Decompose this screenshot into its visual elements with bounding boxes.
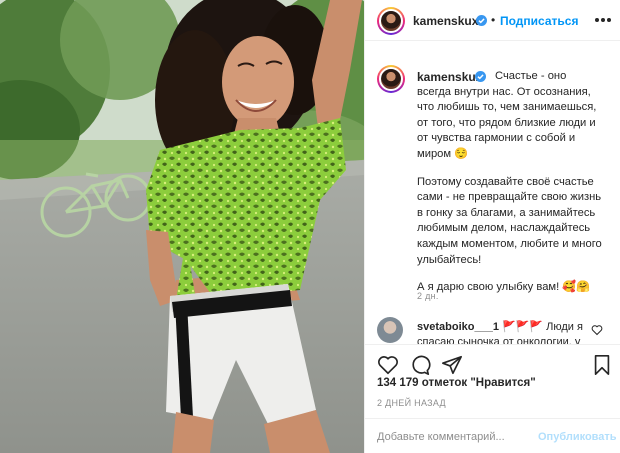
commenter-username[interactable]: svetaboiko___1	[417, 321, 499, 333]
caption-author-avatar[interactable]	[377, 65, 405, 93]
caption-text-2: Поэтому создавайте своё счастье сами - н…	[417, 175, 602, 266]
caption-text-3: А я дарю свою улыбку вам! 🥰🤗	[417, 281, 591, 294]
likes-count[interactable]: 134 179 отметок "Нравится"	[377, 377, 536, 389]
share-icon[interactable]	[441, 354, 463, 376]
bookmark-icon[interactable]	[591, 354, 613, 376]
add-comment-input[interactable]	[377, 428, 527, 446]
author-avatar[interactable]	[377, 7, 405, 35]
caption-verified-icon	[475, 71, 486, 82]
post-image	[0, 0, 364, 453]
separator-dot: •	[491, 13, 496, 27]
follow-button[interactable]: Подписаться	[500, 14, 578, 28]
more-icon[interactable]	[595, 14, 611, 26]
post-caption: Счастье - оно всегда внутри нас. От осоз…	[417, 69, 603, 308]
post-photo[interactable]	[0, 0, 364, 453]
post-header: kamenskux • Подписаться	[365, 0, 620, 41]
comments-section[interactable]: Счастье - оно всегда внутри нас. От осоз…	[365, 41, 620, 344]
verified-icon	[476, 15, 487, 26]
publish-button[interactable]: Опубликовать	[538, 431, 617, 443]
post-side-panel: kamenskux • Подписаться Счастье - оно вс…	[364, 0, 620, 453]
comment-like-heart-icon[interactable]	[591, 324, 603, 336]
commenter-avatar[interactable]	[377, 317, 403, 343]
heart-icon[interactable]	[377, 354, 399, 376]
post-timestamp[interactable]: 2 ДНЕЙ НАЗАД	[377, 398, 446, 408]
caption-timestamp[interactable]: 2 дн.	[417, 291, 439, 301]
comment-icon[interactable]	[409, 354, 431, 376]
author-username[interactable]: kamenskux	[413, 14, 478, 28]
comment-item: svetaboiko___1 🚩🚩🚩 Люди я спасаю сыночка…	[417, 320, 597, 344]
add-comment-bar: Опубликовать	[365, 418, 620, 453]
